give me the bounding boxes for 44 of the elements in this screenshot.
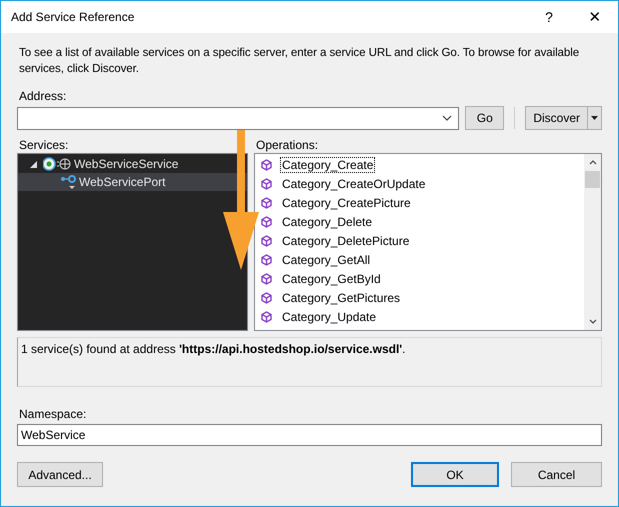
cube-icon xyxy=(261,310,272,322)
scroll-down-icon xyxy=(588,319,596,324)
cube-icon xyxy=(261,292,272,304)
advanced-button[interactable]: Advanced... xyxy=(17,462,103,487)
chevron-icon xyxy=(442,115,452,121)
operations-label: Operations: xyxy=(256,138,318,152)
go-button[interactable]: Go xyxy=(465,106,504,130)
operation-item[interactable]: Category_CreatePicture xyxy=(255,193,584,212)
status-text: 1 service(s) found at address 'https://api.hostedshop.io/service.wsdl'. xyxy=(21,342,406,356)
cancel-button[interactable]: Cancel xyxy=(511,462,602,487)
operation-item[interactable]: Category_CreateOrUpdate xyxy=(255,174,584,193)
services-label: Services: xyxy=(19,138,68,152)
cube-icon xyxy=(261,196,272,208)
scrollbar[interactable] xyxy=(584,154,601,330)
cube-icon xyxy=(261,158,272,170)
cube-icon xyxy=(261,254,272,266)
operation-item[interactable]: Category_GetPictures xyxy=(255,288,584,307)
address-combo[interactable] xyxy=(17,106,460,130)
caret-icon xyxy=(591,116,598,120)
cube-icon xyxy=(261,272,272,284)
close-button[interactable]: ✕ xyxy=(572,1,618,33)
service-icon xyxy=(43,157,71,171)
cube-icon xyxy=(261,234,272,246)
operation-item[interactable]: Category_GetAll xyxy=(255,250,584,269)
namespace-field[interactable]: WebService xyxy=(17,424,602,446)
cube-icon xyxy=(261,216,272,228)
window-title: Add Service Reference xyxy=(11,10,136,24)
tree-item[interactable]: WebServiceService xyxy=(18,155,247,173)
namespace-label: Namespace: xyxy=(19,407,86,421)
help-button[interactable]: ? xyxy=(526,1,572,33)
port-icon xyxy=(60,174,76,190)
operation-item[interactable]: Category_Create xyxy=(255,155,584,174)
operation-item[interactable]: Category_GetById xyxy=(255,269,584,288)
operation-item[interactable]: Category_DeletePicture xyxy=(255,231,584,250)
ok-button[interactable]: OK xyxy=(411,462,499,487)
cube-icon xyxy=(261,178,272,190)
operation-item[interactable]: Category_Update xyxy=(255,307,584,326)
discover-split-button[interactable]: Discover xyxy=(525,106,602,130)
operation-item[interactable]: Category_Delete xyxy=(255,212,584,231)
scroll-thumb[interactable] xyxy=(585,171,600,188)
address-label: Address: xyxy=(19,89,66,103)
scroll-up-icon xyxy=(588,160,596,165)
instructions-text: To see a list of available services on a specific server, enter a service URL and click Go. To browse for available services, click Discover. xyxy=(19,45,580,77)
tree-item[interactable]: WebServicePort xyxy=(18,173,247,191)
